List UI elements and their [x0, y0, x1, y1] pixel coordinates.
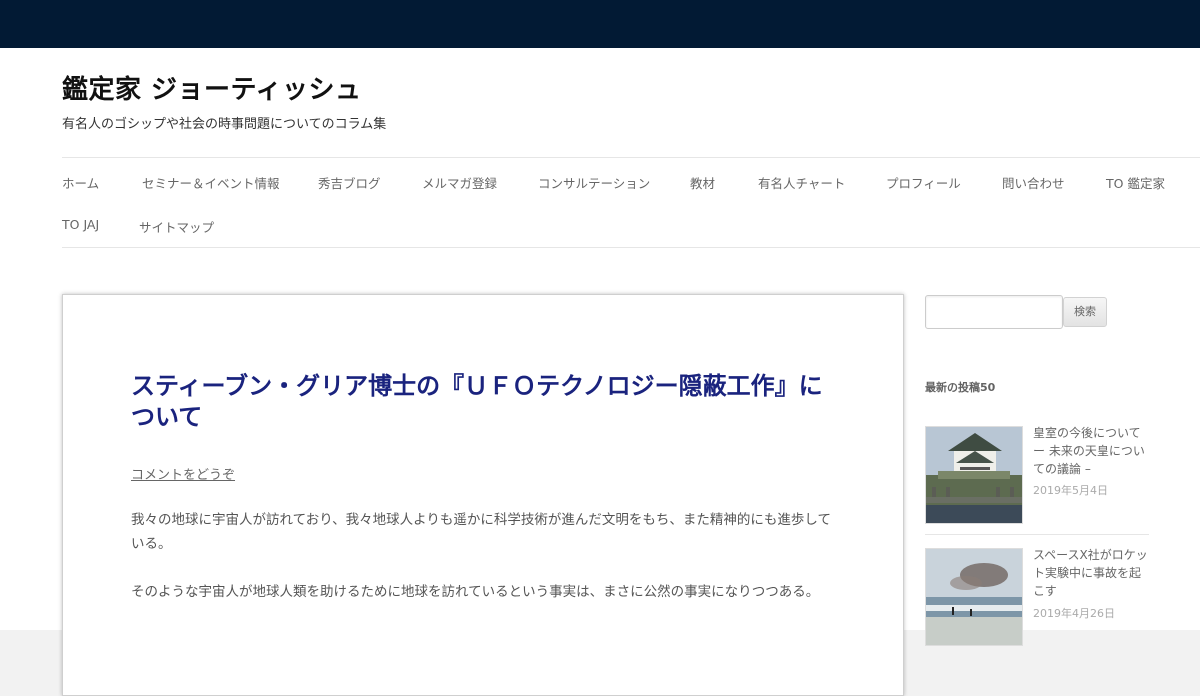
castle-image: [926, 427, 1022, 523]
site-description: 有名人のゴシップや社会の時事問題についてのコラム集: [62, 117, 387, 132]
nav-item-profile[interactable]: プロフィール: [886, 173, 961, 192]
recent-post-title[interactable]: スペースX社がロケット実験中に事故を起こす: [1033, 546, 1149, 600]
admin-top-bar: [0, 0, 1200, 48]
recent-post-title[interactable]: 皇室の今後について ー 未来の天皇についての議論 –: [1033, 424, 1149, 478]
nav-item-materials[interactable]: 教材: [690, 173, 715, 192]
article-paragraph: そのような宇宙人が地球人類を助けるために地球を訪れているという事実は、まさに公然…: [131, 584, 820, 600]
nav-item-seminar-events[interactable]: セミナー＆イベント情報: [142, 173, 280, 192]
comment-link[interactable]: コメントをどうぞ: [131, 464, 235, 483]
article-paragraph: 我々の地球に宇宙人が訪れており、我々地球人よりも遥かに科学技術が進んだ文明をもち…: [131, 512, 831, 552]
nav-item-newsletter[interactable]: メルマガ登録: [422, 173, 497, 192]
rocket-beach-image: [926, 549, 1022, 645]
site-title[interactable]: 鑑定家 ジョーティッシュ: [62, 69, 362, 106]
nav-item-contact[interactable]: 問い合わせ: [1002, 173, 1065, 192]
post-thumbnail-rocket-beach[interactable]: [925, 548, 1023, 646]
recent-posts-heading: 最新の投稿50: [925, 381, 996, 394]
nav-item-sitemap[interactable]: サイトマップ: [139, 217, 214, 236]
recent-post-date: 2019年4月26日: [1033, 607, 1115, 620]
nav-item-celebrity-charts[interactable]: 有名人チャート: [758, 173, 845, 192]
nav-item-blog[interactable]: 秀吉ブログ: [318, 173, 381, 192]
search-button[interactable]: 検索: [1063, 297, 1107, 327]
main-navigation: ホーム セミナー＆イベント情報 秀吉ブログ メルマガ登録 コンサルテーション 教…: [62, 157, 1200, 248]
search-input[interactable]: [925, 295, 1063, 329]
post-thumbnail-castle[interactable]: [925, 426, 1023, 524]
nav-item-home[interactable]: ホーム: [62, 173, 99, 192]
nav-item-to-appraiser[interactable]: TO 鑑定家: [1106, 173, 1165, 192]
article: スティーブン・グリア博士の『ＵＦＯテクノロジー隠蔽工作』について コメントをどう…: [62, 294, 904, 696]
divider: [925, 534, 1149, 535]
nav-item-to-jaj[interactable]: TO JAJ: [62, 217, 99, 232]
recent-post-date: 2019年5月4日: [1033, 484, 1108, 497]
article-title[interactable]: スティーブン・グリア博士の『ＵＦＯテクノロジー隠蔽工作』について: [131, 371, 831, 433]
page: 鑑定家 ジョーティッシュ 有名人のゴシップや社会の時事問題についてのコラム集 ホ…: [0, 48, 1200, 696]
nav-item-consultation[interactable]: コンサルテーション: [538, 173, 650, 192]
